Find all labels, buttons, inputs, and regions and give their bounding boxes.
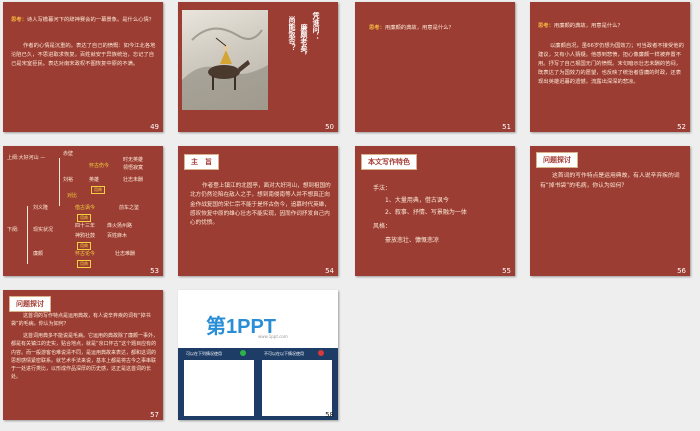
node-label: 廉颇	[33, 251, 44, 257]
node-label: 神鸦社鼓	[75, 233, 96, 239]
section-title: 主 旨	[184, 154, 219, 170]
slide-number: 50	[325, 123, 334, 131]
node-label: 怀古伤今	[89, 163, 110, 169]
slide-number: 51	[502, 123, 511, 131]
answer-text: 以廉颇自况，虽66岁仍想为国效力；可当政者不接受他的建议，又有小人猜疑。他感到悲…	[538, 43, 684, 85]
slide-49-thumbnail[interactable]: 思考：诗人写檐暮河下的辞神赛会的一幕景象。是什么心情？ 作者的心情是沉重的。表达…	[3, 2, 163, 132]
question-text: 思考：用廉颇的典故，用意是什么？	[538, 22, 684, 31]
check-icon	[240, 350, 246, 356]
bracket-line	[27, 206, 28, 264]
slide-57-thumbnail[interactable]: 问题探讨 这首词的写作特点是运用典故，有人说辛弃疾的词有“掉书袋”的毛病，你认为…	[3, 290, 163, 420]
horse-rider-painting	[182, 10, 268, 110]
tag-badge: 用典	[91, 186, 105, 194]
slide-54-thumbnail[interactable]: 主 旨 作者登上镇江的北固亭，面对大好河山，想到祖国的北方仍然沦陷在敌人之手，想…	[178, 146, 338, 276]
technique-item: 1、大量用典，借古讽今	[385, 197, 449, 204]
slide-number: 54	[325, 267, 334, 275]
question-body: 用廉颇的典故，用意是什么？	[553, 23, 623, 29]
node-label: 领悟寂寞	[123, 165, 144, 171]
upper-section-label: 上阕:大好河山 —	[7, 155, 46, 161]
node-label: 现实状况	[33, 227, 54, 233]
style-item: 豪放悲壮、慷慨悲凉	[385, 237, 440, 244]
think-label: 思考：	[11, 17, 27, 23]
question-text: 思考：用廉颇的典故，用意是什么？	[369, 24, 509, 33]
slide-56-thumbnail[interactable]: 问题探讨 这首词的写作特点是运用典故，有人说辛弃疾的词有“掉书袋”的毛病，你认为…	[530, 146, 690, 276]
node-label: 壮志难酬	[115, 251, 136, 257]
footer-panel: 可以在下列情况使用 不可以在以下情况使用	[178, 348, 338, 420]
node-label: 赤壁	[63, 151, 74, 157]
node-label: 烽火扬州路	[107, 223, 133, 229]
node-label: 怀古论今	[75, 251, 96, 257]
technique-heading: 手法：	[373, 185, 392, 192]
lower-section-label: 下阕:	[7, 227, 19, 233]
section-title: 问题探讨	[9, 296, 51, 312]
question-body: 诗人写檐暮河下的辞神赛会的一幕景象。是什么心情？	[26, 17, 155, 23]
slide-number: 55	[502, 267, 511, 275]
slide-53-thumbnail[interactable]: 上阕:大好河山 — 下阕: 赤壁 怀古伤今 时无英雄 领悟寂寞 刘裕 英雄 壮志…	[3, 146, 163, 276]
answer-text: 作者的心情是沉重的。表达了自己的愤慨：如今江北各地沦陷已久，不思进取求恢复。百姓…	[11, 43, 156, 67]
slide-number: 56	[677, 267, 686, 275]
style-heading: 风格：	[373, 223, 392, 230]
slide-number: 49	[150, 123, 159, 131]
think-label: 思考：	[538, 23, 554, 29]
forbidden-list-box	[262, 360, 332, 416]
theme-text: 作者登上镇江的北固亭，面对大好河山，想到祖国的北方仍然沦陷在敌人之手，想到南侵南…	[190, 183, 331, 227]
discussion-answer: 这首词用典多不能说是毛病。它运用的典故除了廉颇一事外，都是有关镇江的史实，贴合地…	[11, 333, 159, 381]
tag-badge: 用典	[77, 214, 91, 222]
poem-line-2: 廉颇老矣，	[300, 24, 308, 59]
cross-icon	[318, 350, 324, 356]
forbidden-caption: 不可以在以下情况使用	[264, 351, 304, 356]
slide-55-thumbnail[interactable]: 本文写作特色 手法： 1、大量用典，借古讽今 2、叙事、抒情、写景融为一体 风格…	[355, 146, 515, 276]
slide-58-thumbnail[interactable]: 第1PPT www.1ppt.com 可以在下列情况使用 不可以在以下情况使用 …	[178, 290, 338, 420]
allowed-list-box	[184, 360, 254, 416]
discussion-question: 这首词的写作特点是运用典故，有人说辛弃疾的词有“掉书袋”的毛病，你认为如何？	[540, 173, 680, 189]
poem-line-3: 尚能饭否？	[288, 16, 296, 51]
node-label: 刘义隆	[33, 205, 49, 211]
poem-line-1: 凭谁问：	[312, 12, 320, 40]
slide-number: 58	[325, 411, 334, 419]
site-url: www.1ppt.com	[258, 334, 288, 339]
discussion-question: 这首词的写作特点是运用典故，有人说辛弃疾的词有“掉书袋”的毛病，你认为如何？	[11, 313, 151, 327]
allowed-caption: 可以在下列情况使用	[186, 351, 222, 356]
technique-item: 2、叙事、抒情、写景融为一体	[385, 209, 467, 216]
slide-52-thumbnail[interactable]: 思考：用廉颇的典故，用意是什么？ 以廉颇自况，虽66岁仍想为国效力；可当政者不接…	[530, 2, 690, 132]
slide-number: 52	[677, 123, 686, 131]
question-text: 思考：诗人写檐暮河下的辞神赛会的一幕景象。是什么心情？	[11, 16, 157, 25]
bracket-line	[59, 158, 60, 206]
slide-number: 57	[150, 411, 159, 419]
tag-badge: 用典	[77, 242, 91, 250]
node-label: 前车之鉴	[119, 205, 140, 211]
section-title: 本文写作特色	[361, 154, 417, 170]
node-label: 壮志未酬	[123, 177, 144, 183]
node-label: 借古讽今	[75, 205, 96, 211]
node-label: 百姓麻木	[107, 233, 128, 239]
node-label: 英雄	[89, 177, 100, 183]
node-label: 对比	[67, 193, 78, 199]
node-label: 刘裕	[63, 177, 74, 183]
painting-illustration	[182, 27, 268, 110]
node-label: 四十三年	[75, 223, 96, 229]
think-label: 思考：	[369, 25, 385, 31]
slide-number: 53	[150, 267, 159, 275]
slide-50-thumbnail[interactable]: 凭谁问： 廉颇老矣， 尚能饭否？ 50	[178, 2, 338, 132]
section-title: 问题探讨	[536, 152, 578, 168]
tag-badge: 用典	[77, 260, 91, 268]
slide-51-thumbnail[interactable]: 思考：用廉颇的典故，用意是什么？ 51	[355, 2, 515, 132]
question-body: 用廉颇的典故，用意是什么？	[384, 25, 454, 31]
